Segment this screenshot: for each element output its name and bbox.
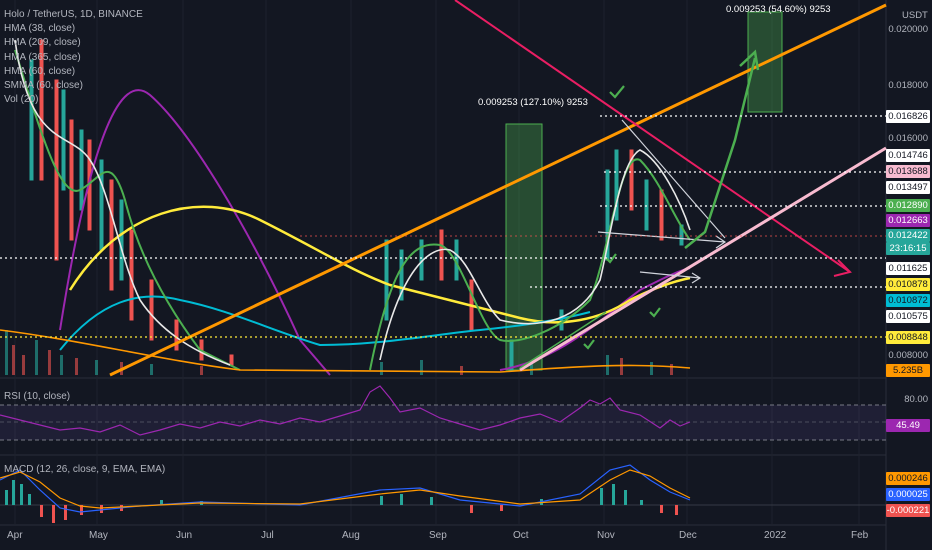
price-label: 0.016000	[888, 133, 928, 144]
macd-tag: 0.000025	[886, 488, 930, 501]
indicator-legend: Holo / TetherUS, 1D, BINANCE HMA (38, cl…	[4, 8, 143, 107]
measure-label-1: 0.009253 (127.10%) 9253	[478, 97, 588, 108]
green-projection-arrow	[684, 57, 757, 249]
time-label: Sep	[429, 530, 447, 541]
price-label: 0.020000	[888, 24, 928, 35]
rsi-level-label: 80.00	[904, 394, 928, 405]
legend-hma-209[interactable]: HMA (209, close)	[4, 36, 143, 50]
volume-tag: 5.235B	[886, 364, 930, 377]
price-axis[interactable]: USDT 0.020000 0.018000 0.016000 0.008000…	[886, 0, 932, 550]
orange-smma	[0, 329, 691, 373]
measure-box-1	[505, 123, 543, 371]
time-label: 2022	[764, 530, 787, 541]
symbol-title[interactable]: Holo / TetherUS, 1D, BINANCE	[4, 8, 143, 22]
time-label: Jul	[261, 530, 274, 541]
price-label: 0.018000	[888, 80, 928, 91]
time-label: Jun	[176, 530, 193, 541]
price-tag: 0.012422	[886, 229, 930, 242]
measure-label-2: 0.009253 (54.60%) 9253	[726, 4, 831, 15]
legend-smma-60[interactable]: SMMA (60, close)	[4, 79, 143, 93]
price-tag: 0.010878	[886, 278, 930, 291]
time-label: Apr	[7, 530, 23, 541]
time-label: Nov	[597, 530, 615, 541]
macd-tag: 0.000246	[886, 472, 930, 485]
price-tag: 0.010872	[886, 294, 930, 307]
time-label: Feb	[851, 530, 869, 541]
price-tag: 0.011625	[886, 262, 930, 275]
macd-tag: -0.000221	[886, 504, 930, 517]
price-tag: 0.013688	[886, 165, 930, 178]
price-tag: 0.008848	[886, 331, 930, 344]
currency-label: USDT	[902, 10, 928, 21]
price-label: 0.008000	[888, 350, 928, 361]
price-tag: 0.012663	[886, 214, 930, 227]
rsi-value-tag: 45.49	[886, 419, 930, 432]
price-tag: 0.010575	[886, 310, 930, 323]
time-label: Dec	[679, 530, 697, 541]
price-tag: 0.016826	[886, 110, 930, 123]
time-label: May	[89, 530, 108, 541]
countdown-tag: 23:16:15	[886, 242, 930, 255]
legend-hma-60[interactable]: HMA (60, close)	[4, 65, 143, 79]
time-label: Oct	[513, 530, 529, 541]
rsi-legend[interactable]: RSI (10, close)	[4, 391, 70, 402]
legend-vol[interactable]: Vol (20)	[4, 93, 143, 107]
price-tag: 0.012890	[886, 199, 930, 212]
legend-hma-38[interactable]: HMA (38, close)	[4, 22, 143, 36]
price-tag: 0.014746	[886, 149, 930, 162]
time-label: Aug	[342, 530, 360, 541]
price-tag: 0.013497	[886, 181, 930, 194]
orange-trendline	[109, 3, 887, 377]
macd-legend[interactable]: MACD (12, 26, close, 9, EMA, EMA)	[4, 464, 165, 475]
yellow-hma	[68, 205, 691, 324]
legend-hma-365[interactable]: HMA (365, close)	[4, 51, 143, 65]
macd-histogram	[5, 480, 678, 523]
